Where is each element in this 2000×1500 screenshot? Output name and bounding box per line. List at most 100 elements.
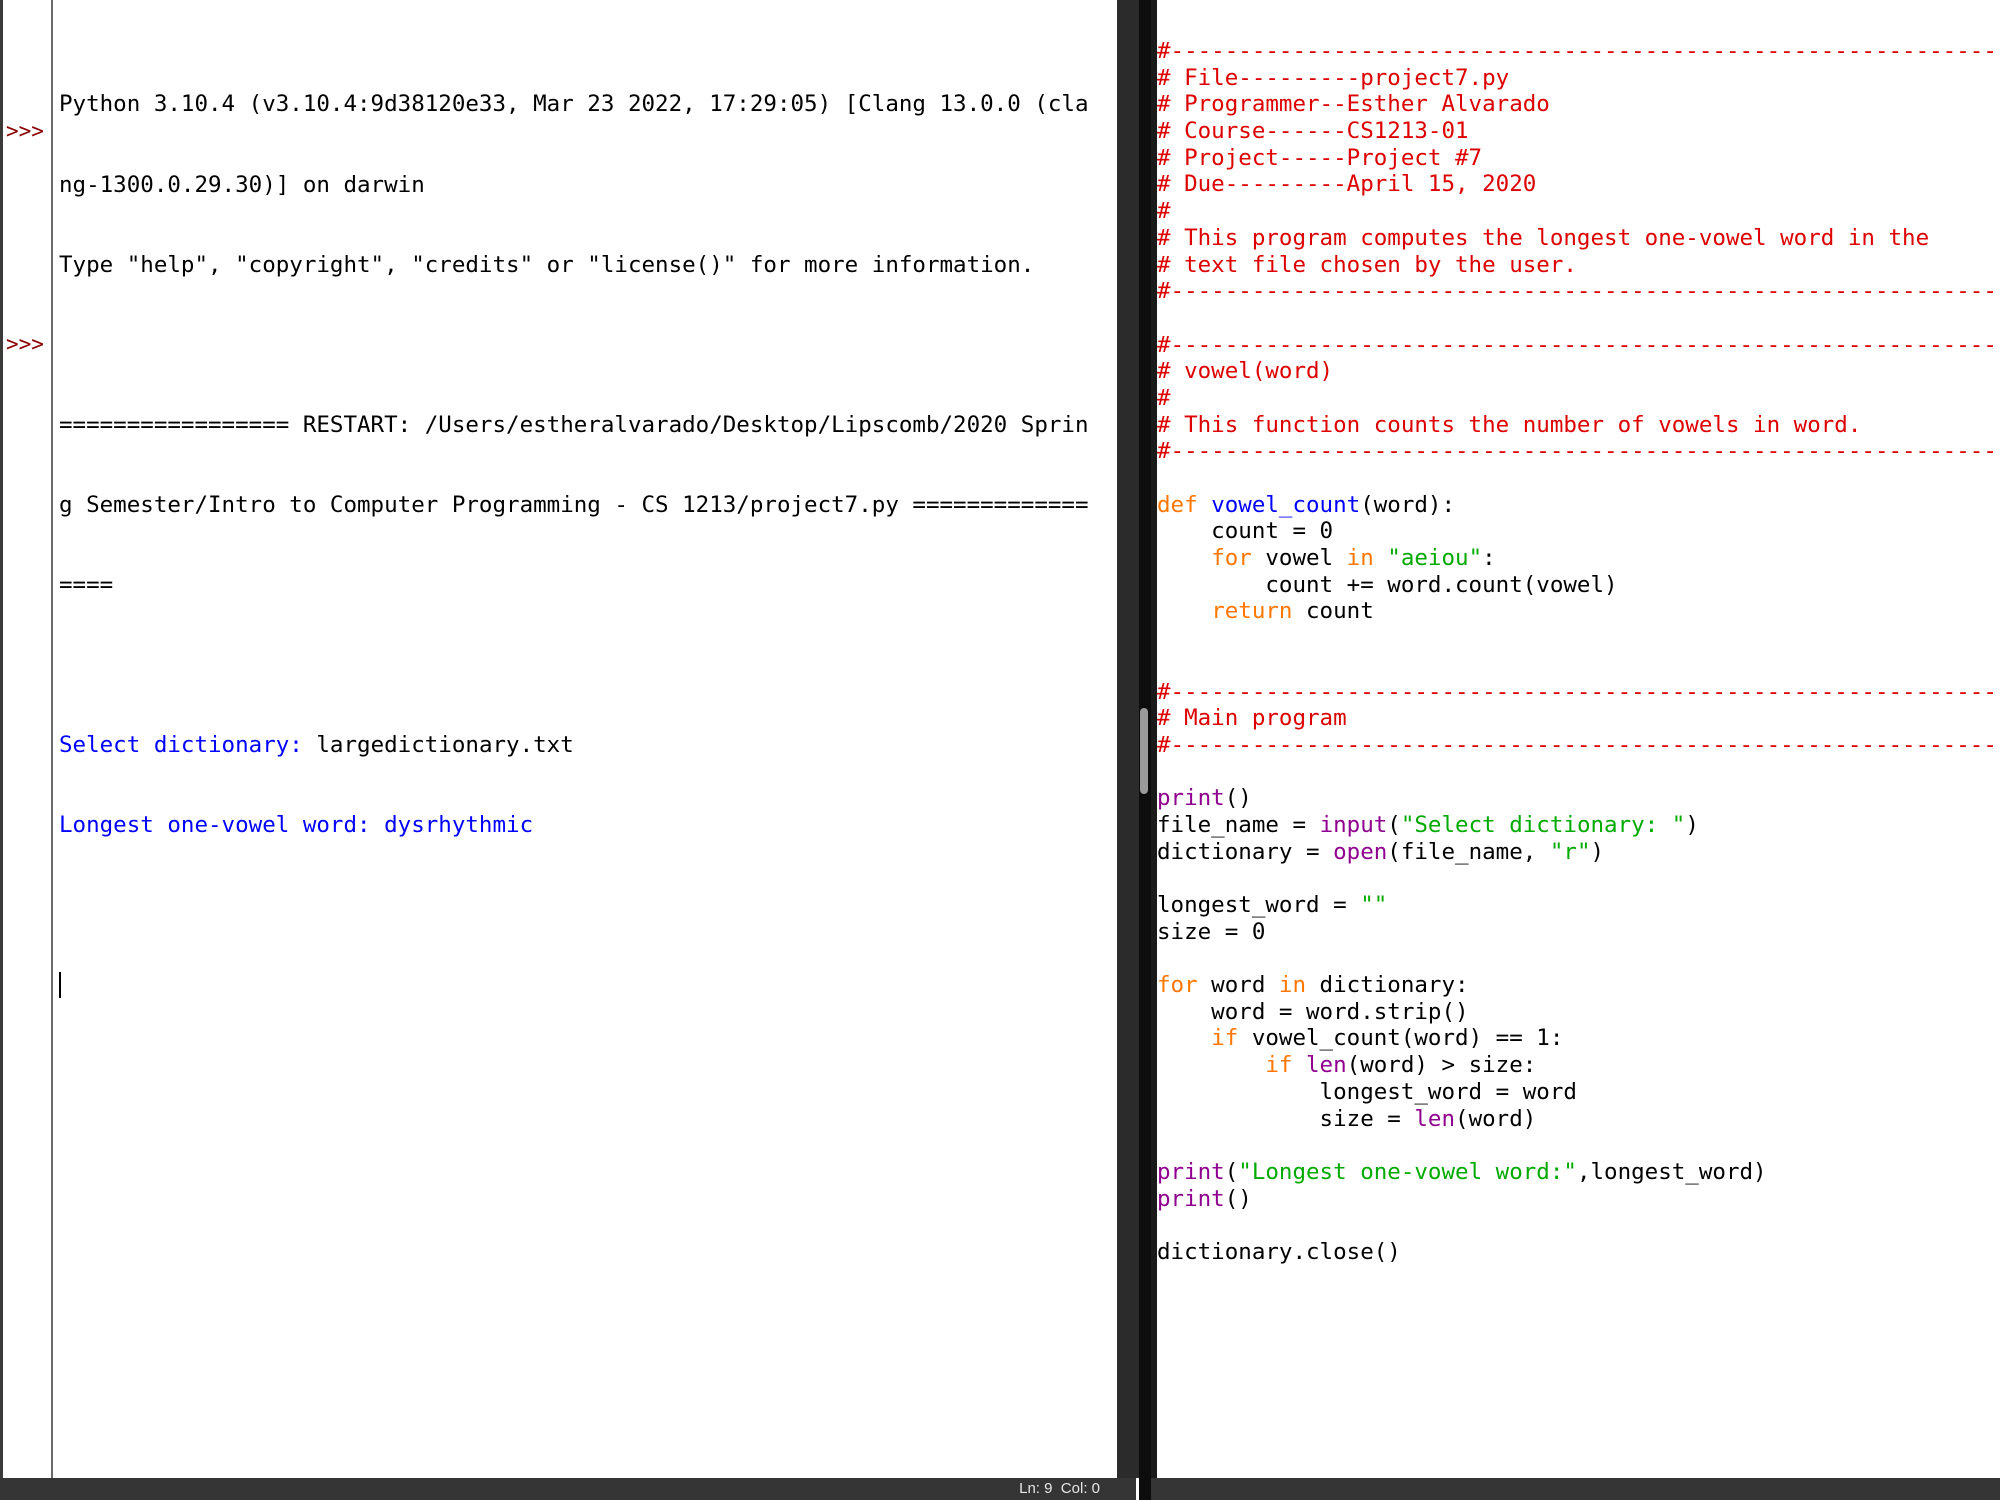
cursor-position: Ln: 9 Col: 0 [1019, 1480, 1100, 1497]
code-token: #---------------------------------------… [1157, 331, 2000, 358]
code-token: ) [1590, 838, 1605, 865]
code-token: vowel_count [1211, 491, 1361, 518]
shell-result-value: dysrhythmic [384, 812, 534, 839]
code-token: # Due---------April 15, 2020 [1157, 171, 1537, 198]
shell-banner-line-3: Type "help", "copyright", "credits" or "… [59, 251, 1035, 278]
code-token: len [1306, 1052, 1347, 1079]
code-token: count = 0 [1157, 518, 1334, 545]
shell-restart-line-3: ==== [59, 571, 114, 598]
code-token: print [1157, 1185, 1225, 1212]
code-token: #---------------------------------------… [1157, 678, 2000, 705]
code-line: if len(word) > size: [1157, 1052, 2000, 1079]
code-line: # File---------project7.py [1157, 65, 2000, 92]
shell-banner-line-1: Python 3.10.4 (v3.10.4:9d38120e33, Mar 2… [59, 91, 1089, 118]
shell-right-border [1117, 0, 1139, 1478]
code-token: longest_word = [1157, 892, 1361, 918]
code-token: "r" [1549, 838, 1591, 865]
editor-status-bar [1151, 1478, 2000, 1500]
code-token: word [1197, 972, 1279, 999]
shell-input-prompt: Select dictionary: [59, 732, 317, 759]
code-line: #---------------------------------------… [1157, 732, 2000, 759]
code-line: #---------------------------------------… [1157, 278, 2000, 305]
code-token: if [1265, 1052, 1293, 1079]
code-token: file_name = [1157, 811, 1320, 838]
code-token: "Longest one-vowel word:" [1238, 1158, 1577, 1185]
code-line: longest_word = word [1157, 1079, 2000, 1106]
shell-prompt-gutter [3, 0, 51, 1478]
code-token: #---------------------------------------… [1157, 438, 2000, 465]
code-line: # Programmer--Esther Alvarado [1157, 91, 2000, 118]
code-line: if vowel_count(word) == 1: [1157, 1025, 2000, 1052]
code-token: ( [1387, 811, 1401, 838]
code-token: #---------------------------------------… [1157, 278, 2000, 305]
code-token: in [1278, 972, 1307, 999]
code-line: #---------------------------------------… [1157, 438, 2000, 465]
code-token: for [1211, 545, 1252, 572]
code-token: dictionary.close() [1157, 1238, 1401, 1265]
code-token: "Select dictionary: " [1400, 811, 1686, 838]
code-line: # vowel(word) [1157, 358, 2000, 385]
code-line: return count [1157, 598, 2000, 625]
code-token: open [1333, 838, 1388, 865]
code-line: dictionary.close() [1157, 1239, 2000, 1266]
code-token: "aeiou" [1387, 545, 1483, 572]
code-token: () [1224, 1185, 1252, 1212]
code-token: # Project-----Project #7 [1157, 144, 1483, 171]
text-cursor [59, 972, 61, 999]
code-token: count [1292, 598, 1374, 625]
code-token: "" [1360, 892, 1388, 918]
shell-prompt-1: >>> [6, 119, 44, 143]
code-token: in [1346, 545, 1374, 572]
shell-output[interactable]: Python 3.10.4 (v3.10.4:9d38120e33, Mar 2… [59, 38, 1111, 1053]
code-token: () [1224, 785, 1252, 812]
code-token: size = [1157, 1105, 1415, 1132]
code-token: # Programmer--Esther Alvarado [1157, 91, 1550, 118]
code-editor-window[interactable]: #---------------------------------------… [1151, 0, 2000, 1500]
code-line: # This function counts the number of vow… [1157, 412, 2000, 439]
code-token: ) [1685, 811, 1699, 838]
code-token: (word) > size: [1346, 1052, 1537, 1079]
shell-blank-line [59, 332, 1111, 359]
code-token: vowel_count(word) == 1: [1238, 1025, 1564, 1052]
shell-current-input[interactable] [59, 972, 1111, 999]
code-token: vowel [1251, 545, 1347, 572]
code-token: if [1211, 1025, 1239, 1052]
code-token: # This program computes the longest one-… [1157, 224, 1930, 251]
shell-blank-line [59, 652, 1111, 679]
resize-handle[interactable] [1140, 708, 1148, 794]
code-token: input [1319, 811, 1388, 838]
code-token: len [1414, 1105, 1456, 1132]
code-token: # This function counts the number of vow… [1157, 411, 1862, 438]
code-line: #---------------------------------------… [1157, 679, 2000, 706]
code-token: ,longest_word) [1576, 1158, 1767, 1185]
shell-result-label: Longest one-vowel word: [59, 812, 385, 839]
code-area[interactable]: #---------------------------------------… [1157, 38, 2000, 1266]
code-token: # [1157, 198, 1171, 225]
shell-result-line: Longest one-vowel word: dysrhythmic [59, 812, 1111, 839]
code-token: dictionary: [1306, 972, 1469, 999]
code-token: (word): [1360, 491, 1456, 518]
shell-input-value: largedictionary.txt [316, 732, 574, 759]
code-line: for vowel in "aeiou": [1157, 545, 2000, 572]
code-line: # Due---------April 15, 2020 [1157, 171, 2000, 198]
shell-restart-line-1: ================= RESTART: /Users/esther… [59, 411, 1089, 438]
code-token: # text file chosen by the user. [1157, 251, 1577, 278]
code-line: #---------------------------------------… [1157, 38, 2000, 65]
code-token: count += word.count(vowel) [1157, 571, 1618, 598]
code-line: size = 0 [1157, 919, 2000, 946]
shell-banner-line-2: ng-1300.0.29.30)] on darwin [59, 171, 425, 198]
code-token: (word) [1455, 1105, 1537, 1132]
code-token: (file_name, [1387, 838, 1550, 865]
code-line: # text file chosen by the user. [1157, 252, 2000, 279]
python-shell-window[interactable]: >>> >>> Python 3.10.4 (v3.10.4:9d38120e3… [0, 0, 1139, 1500]
code-line: def vowel_count(word): [1157, 492, 2000, 519]
